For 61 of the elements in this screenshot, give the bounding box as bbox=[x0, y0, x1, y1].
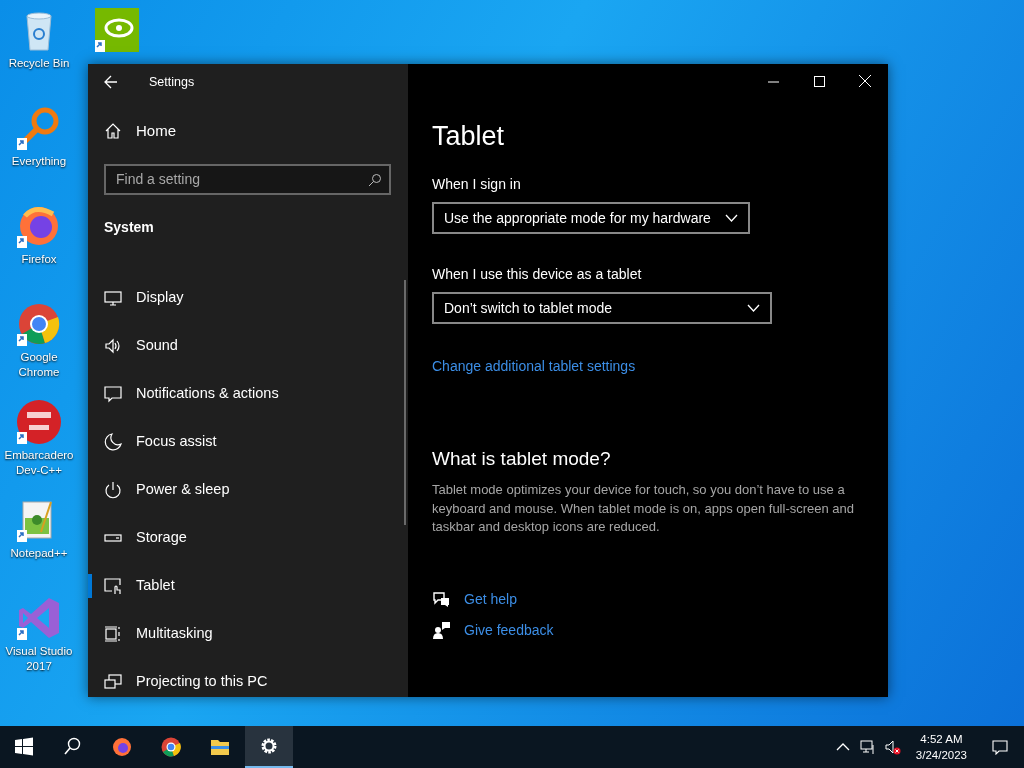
clock[interactable]: 4:52 AM 3/24/2023 bbox=[905, 731, 977, 763]
eye-logo-icon[interactable] bbox=[93, 6, 141, 54]
window-title: Settings bbox=[149, 73, 195, 91]
moon-icon bbox=[104, 432, 122, 451]
browser-icon bbox=[161, 737, 181, 757]
sidebar-item[interactable]: Focus assist bbox=[88, 417, 408, 466]
muted-speaker-icon bbox=[884, 739, 901, 755]
search-icon bbox=[368, 172, 382, 187]
network-icon bbox=[859, 739, 876, 755]
start-icon bbox=[14, 737, 34, 757]
field-label: When I use this device as a tablet bbox=[432, 265, 643, 285]
speaker-icon bbox=[104, 336, 122, 355]
sidebar-item[interactable]: Tablet bbox=[88, 561, 408, 610]
help-chat-icon bbox=[432, 590, 450, 609]
folder-icon bbox=[210, 737, 230, 757]
sidebar-item[interactable]: Power & sleep bbox=[88, 465, 408, 514]
sidebar-item[interactable]: Multitasking bbox=[88, 609, 408, 658]
section-heading: System bbox=[104, 217, 155, 237]
icon-label: Firefox bbox=[21, 252, 57, 267]
field-label: When I sign in bbox=[432, 175, 522, 195]
clock-date: 3/24/2023 bbox=[915, 748, 967, 763]
scrollbar[interactable] bbox=[404, 280, 406, 525]
help-link[interactable]: Get help bbox=[464, 588, 517, 610]
page-title: Tablet bbox=[432, 120, 506, 153]
search-icon bbox=[63, 737, 83, 757]
icon-label: Embarcadero Dev-C++ bbox=[3, 448, 75, 478]
message-icon bbox=[104, 384, 122, 403]
dropdown[interactable]: Don’t switch to tablet mode bbox=[432, 292, 772, 325]
close-icon bbox=[859, 75, 871, 87]
icon-label: Notepad++ bbox=[10, 546, 68, 561]
tablet-touch-icon bbox=[104, 576, 122, 595]
home-icon bbox=[104, 122, 122, 141]
dropdown[interactable]: Use the appropriate mode for my hardware bbox=[432, 202, 750, 235]
taskbar-button[interactable] bbox=[245, 726, 293, 768]
multitasking-icon bbox=[104, 624, 122, 643]
settings-link[interactable]: Change additional tablet settings bbox=[432, 356, 636, 378]
feedback-person-icon bbox=[432, 621, 450, 640]
sidebar-item[interactable]: Display bbox=[88, 273, 408, 322]
home-link[interactable]: Home bbox=[104, 116, 408, 147]
icon-label: Recycle Bin bbox=[8, 56, 70, 71]
maximize-icon bbox=[813, 75, 825, 87]
icon-label: Visual Studio 2017 bbox=[4, 644, 74, 674]
sidebar-item[interactable]: Notifications & actions bbox=[88, 369, 408, 418]
notification-icon bbox=[992, 739, 1008, 755]
sidebar-item[interactable]: Sound bbox=[88, 321, 408, 370]
search-field[interactable]: Find a setting bbox=[104, 163, 391, 195]
chevron-down-icon bbox=[724, 214, 738, 223]
gear-icon bbox=[259, 736, 279, 756]
back-icon bbox=[104, 75, 118, 89]
icon-label: Google Chrome bbox=[17, 350, 61, 380]
icon-label: Everything bbox=[11, 154, 67, 169]
power-icon bbox=[104, 480, 122, 499]
projector-screens-icon bbox=[104, 672, 122, 691]
sidebar-item[interactable]: Projecting to this PC bbox=[88, 657, 408, 706]
description-text: Tablet mode optimizes your device for touch, so you don’t have to use a keyboard and mouse. When tablet mode is on, apps open full-screen and taskbar and desktop icons are reduced. bbox=[432, 481, 856, 537]
chevron-down-icon bbox=[747, 304, 760, 313]
clock-time: 4:52 AM bbox=[919, 732, 964, 747]
sidebar-item[interactable]: Storage bbox=[88, 513, 408, 562]
monitor-icon bbox=[104, 288, 122, 307]
help-link[interactable]: Give feedback bbox=[464, 619, 554, 641]
section-heading: What is tablet mode? bbox=[432, 448, 612, 472]
